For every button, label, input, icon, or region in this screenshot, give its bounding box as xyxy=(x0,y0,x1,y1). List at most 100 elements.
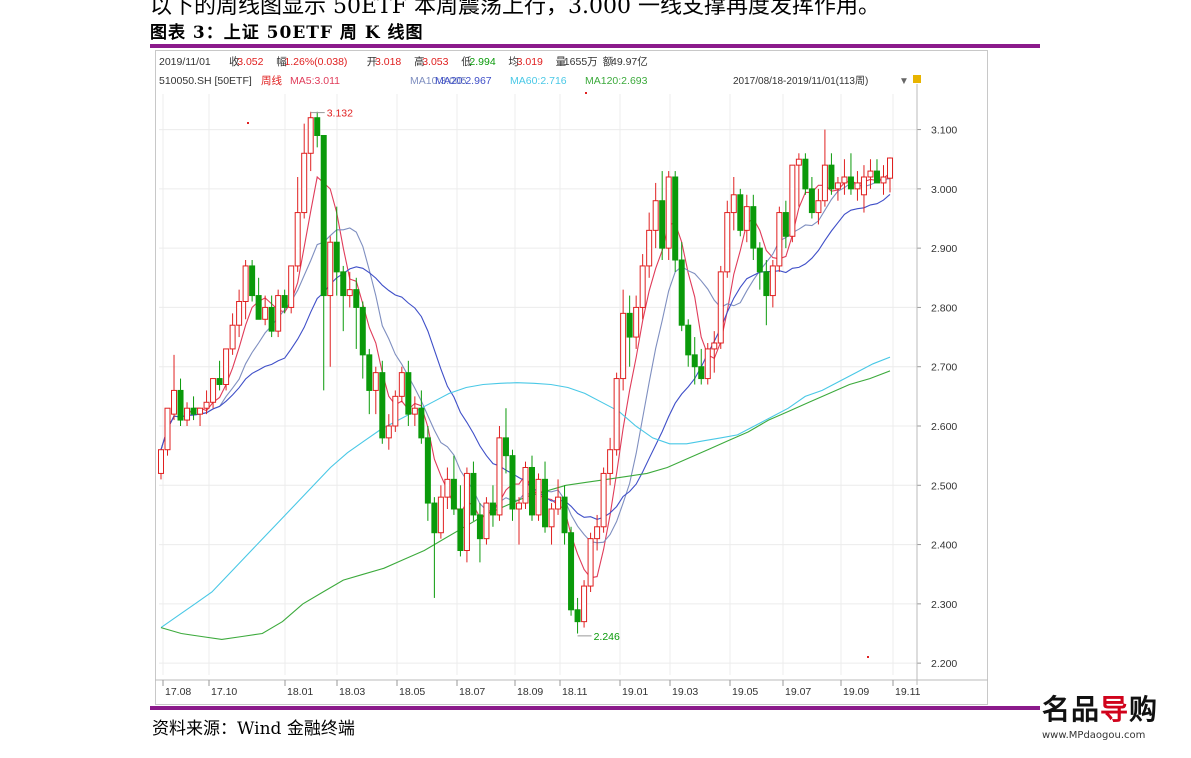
candle-down xyxy=(190,407,197,415)
candle-down xyxy=(808,188,815,214)
candle-up xyxy=(515,502,522,510)
x-tick-label: 19.07 xyxy=(785,686,811,698)
candle-up xyxy=(652,200,659,231)
candle-up xyxy=(346,289,353,297)
legend-item-1: 周线 xyxy=(261,74,282,87)
candle-up xyxy=(789,164,796,237)
info-item-16: 49.97亿 xyxy=(611,55,648,68)
candle-down xyxy=(750,206,757,249)
y-tick-label: 2.600 xyxy=(931,421,957,433)
candle-down xyxy=(405,372,412,415)
candle-up xyxy=(724,212,731,273)
candle-down xyxy=(366,354,373,391)
candle-up xyxy=(229,324,236,350)
candle-down xyxy=(359,306,366,356)
candle-up xyxy=(184,407,191,421)
info-item-0: 2019/11/01 xyxy=(159,56,211,68)
dropdown-triangle-icon[interactable]: ▼ xyxy=(899,76,909,87)
source-note: 资料来源：Wind 金融终端 xyxy=(152,719,355,739)
x-tick-label: 18.11 xyxy=(562,686,588,698)
y-tick-label: 2.500 xyxy=(931,480,957,492)
x-tick-label: 17.10 xyxy=(211,686,237,698)
candle-up xyxy=(821,164,828,202)
candle-down xyxy=(314,117,321,137)
candle-down xyxy=(691,354,698,368)
legend-item-6: MA120:2.693 xyxy=(585,75,648,87)
high-label: 3.132 xyxy=(327,108,353,120)
info-item-10: 2.994 xyxy=(469,56,495,68)
candle-up xyxy=(294,212,301,267)
candle-up xyxy=(594,526,601,540)
x-tick-label: 18.01 xyxy=(287,686,313,698)
candle-down xyxy=(626,312,633,338)
candle-up xyxy=(600,472,607,528)
candle-up xyxy=(860,176,867,196)
logo-wordmark: 名品导购 xyxy=(1042,693,1159,726)
x-tick-label: 19.01 xyxy=(622,686,648,698)
candle-up xyxy=(548,508,555,528)
legend-item-0: 510050.SH [50ETF] xyxy=(159,75,252,87)
candle-down xyxy=(763,271,770,297)
candle-down xyxy=(847,176,854,190)
event-marker xyxy=(247,122,249,124)
candle-down xyxy=(216,378,223,386)
candle-down xyxy=(529,467,536,516)
logo-url: www.MPdaogou.com xyxy=(1042,730,1146,741)
candle-up xyxy=(372,372,379,391)
candle-up xyxy=(262,306,269,320)
settings-square-icon[interactable] xyxy=(913,75,921,83)
site-logo: 名品导购 www.MPdaogou.com xyxy=(1042,688,1172,748)
y-tick-label: 2.800 xyxy=(931,302,957,314)
candle-down xyxy=(255,295,262,320)
candle-down xyxy=(561,496,568,534)
chart-svg: 2019/11/01 收3.052 幅1.26%(0.038) 开3.018 高3.05… xyxy=(155,50,988,705)
candle-down xyxy=(828,164,835,190)
candle-down xyxy=(489,502,496,516)
candle-down xyxy=(782,212,789,237)
candle-down xyxy=(177,389,184,421)
legend-item-4: MA20:2.967 xyxy=(435,75,492,87)
x-tick-label: 18.07 xyxy=(459,686,485,698)
candle-down xyxy=(672,176,679,261)
candle-up xyxy=(665,176,672,249)
candle-down xyxy=(802,158,809,190)
candle-down xyxy=(698,366,705,380)
candle-up xyxy=(555,496,562,510)
info-item-4: 1.26%(0.038) xyxy=(284,56,347,68)
x-tick-label: 19.05 xyxy=(732,686,758,698)
x-tick-label: 19.03 xyxy=(672,686,698,698)
candle-up xyxy=(171,389,178,415)
x-tick-label: 18.05 xyxy=(399,686,425,698)
candle-up xyxy=(411,407,418,415)
candle-up xyxy=(197,407,204,415)
candle-up xyxy=(854,182,861,190)
y-tick-label: 3.100 xyxy=(931,125,957,137)
candle-up xyxy=(437,496,444,534)
candle-up xyxy=(887,157,893,179)
candle-up xyxy=(236,301,243,326)
x-tick-label: 19.09 xyxy=(843,686,869,698)
candle-up xyxy=(880,176,887,184)
candle-down xyxy=(379,372,386,439)
date-range-label[interactable]: 2017/08/18-2019/11/01(113周) xyxy=(733,75,868,87)
figure-title: 图表 3：上证 50ETF 周 K 线图 xyxy=(150,23,424,43)
title-divider xyxy=(150,44,1040,48)
candle-up xyxy=(288,265,295,308)
y-tick-label: 2.900 xyxy=(931,243,957,255)
legend-item-2: MA5:3.011 xyxy=(290,75,340,87)
candle-up xyxy=(203,401,210,409)
candle-up xyxy=(210,378,217,403)
candle-down xyxy=(737,194,744,231)
candle-down xyxy=(249,265,256,297)
candle-up xyxy=(522,467,529,504)
candle-down xyxy=(685,324,692,356)
event-marker xyxy=(867,656,869,658)
candle-down xyxy=(450,478,457,510)
candle-up xyxy=(776,212,783,267)
candle-up xyxy=(275,295,282,332)
candle-up xyxy=(795,158,802,166)
candlestick-chart: 2019/11/01 收 3.052 幅 1.26%(0.038) 开 3.018 高 3.05… xyxy=(155,50,988,705)
legend-item-5: MA60:2.716 xyxy=(510,75,567,87)
candle-up xyxy=(613,378,620,451)
candle-up xyxy=(769,265,776,297)
